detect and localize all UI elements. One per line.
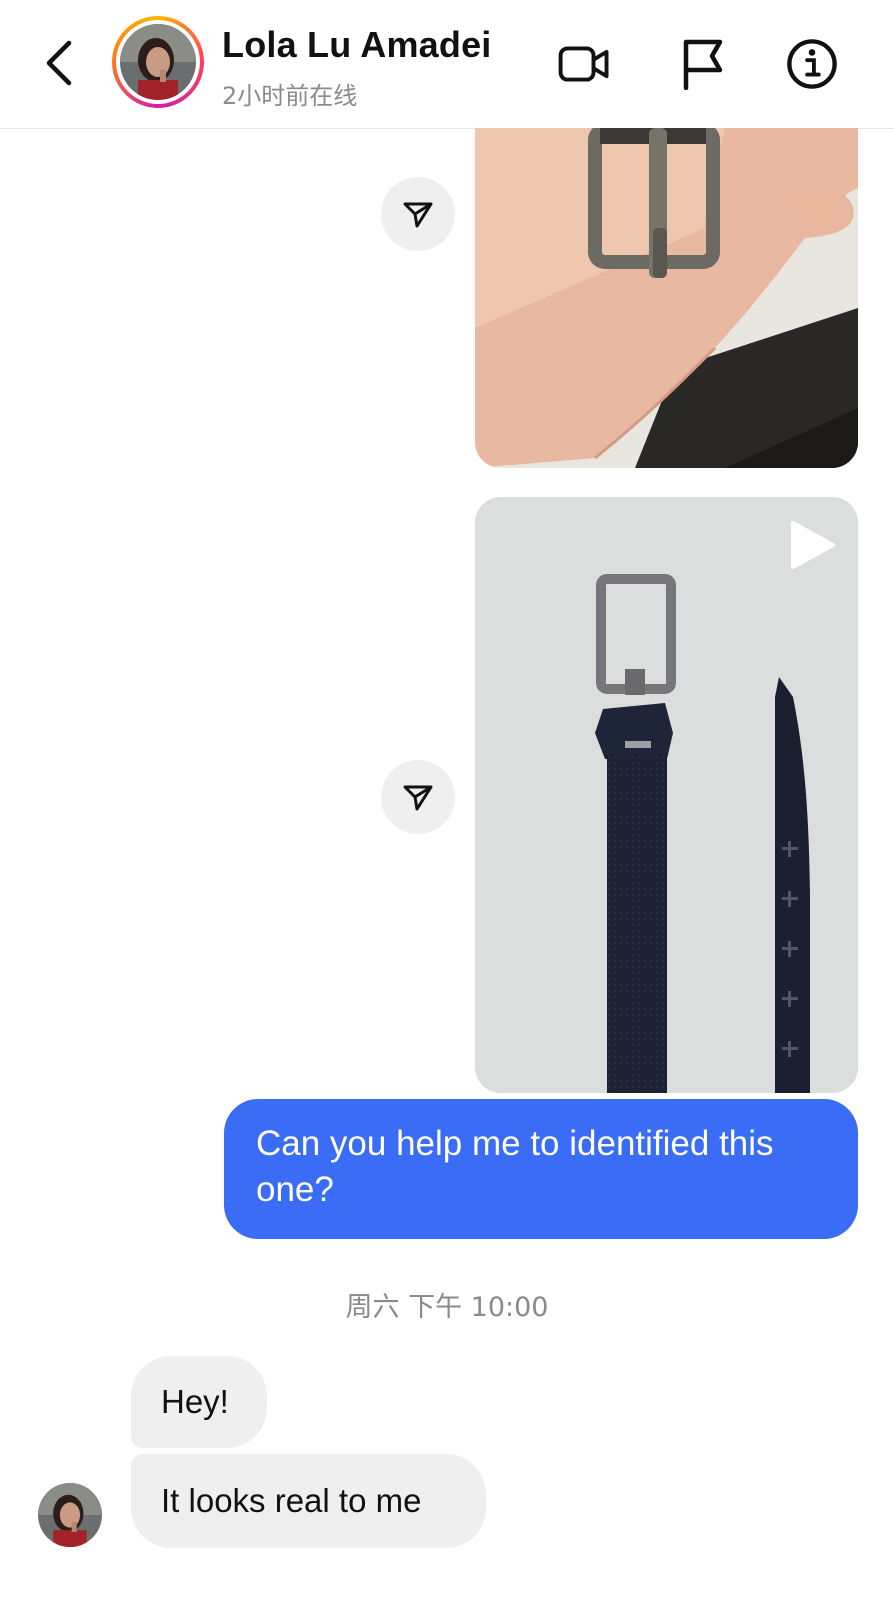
avatar-image bbox=[120, 24, 196, 100]
report-button[interactable] bbox=[676, 38, 728, 90]
contact-name[interactable]: Lola Lu Amadei bbox=[222, 24, 492, 66]
avatar-image bbox=[38, 1483, 102, 1547]
incoming-message[interactable]: Hey! bbox=[131, 1356, 267, 1448]
chat-header: Lola Lu Amadei 2小时前在线 bbox=[0, 0, 894, 129]
back-button[interactable] bbox=[36, 38, 80, 88]
share-button[interactable] bbox=[381, 177, 455, 251]
incoming-message[interactable]: It looks real to me bbox=[131, 1454, 486, 1548]
share-button[interactable] bbox=[381, 760, 455, 834]
video-message-belt[interactable] bbox=[475, 497, 858, 1093]
video-call-button[interactable] bbox=[558, 38, 610, 90]
contact-avatar[interactable] bbox=[112, 16, 204, 108]
sender-avatar[interactable] bbox=[38, 1483, 102, 1547]
send-icon bbox=[403, 202, 433, 228]
flag-icon bbox=[683, 39, 723, 90]
chevron-left-icon bbox=[46, 40, 72, 86]
video-call-icon bbox=[558, 46, 609, 82]
info-button[interactable] bbox=[786, 38, 838, 90]
online-status: 2小时前在线 bbox=[222, 82, 358, 110]
send-icon bbox=[403, 785, 433, 811]
info-icon bbox=[787, 39, 837, 89]
outgoing-message[interactable]: Can you help me to identified this one? bbox=[224, 1099, 858, 1239]
photo-message-buckle[interactable] bbox=[475, 128, 858, 468]
play-icon[interactable] bbox=[787, 519, 837, 571]
message-timestamp: 周六 下午 10:00 bbox=[345, 1292, 549, 1323]
